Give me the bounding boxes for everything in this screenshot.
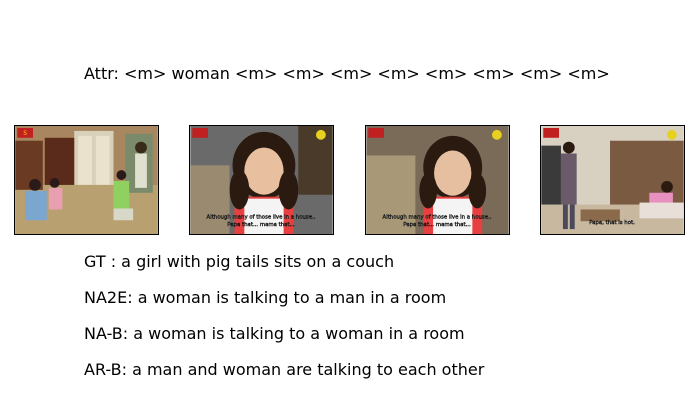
frame-3-subtitle-line-2: Papa that... mama that... (403, 222, 471, 228)
caption-gt: GT : a girl with pig tails sits on a cou… (84, 252, 394, 272)
attribute-tokens: <m> woman <m> <m> <m> <m> <m> <m> <m> <m… (124, 64, 610, 83)
caption-na-b-text: a woman is talking to a woman in a room (133, 324, 465, 343)
figure-canvas: Attr: <m> woman <m> <m> <m> <m> <m> <m> … (0, 0, 700, 400)
caption-ar-b: AR-B: a man and woman are talking to eac… (84, 360, 484, 380)
frame-2-subtitle-line-2: Papa that... mama that... (227, 222, 295, 228)
video-frame-2: Although many of those live in a house..… (189, 125, 334, 235)
caption-na2e: NA2E: a woman is talking to a man in a r… (84, 288, 446, 308)
caption-ar-b-text: a man and woman are talking to each othe… (132, 360, 485, 379)
girl-closeup-scene-icon: Although many of those live in a house..… (366, 126, 509, 234)
frame-3-subtitle-line-1: Although many of those live in a house.. (383, 214, 492, 220)
room-wide-scene-icon: Papa, that is hot. (541, 126, 684, 234)
caption-na-b-label: NA-B: (84, 324, 129, 343)
girl-closeup-scene-icon: Although many of those live in a house..… (190, 126, 333, 234)
caption-na-b: NA-B: a woman is talking to a woman in a… (84, 324, 465, 344)
attribute-label: Attr: (84, 64, 119, 83)
caption-gt-label: GT : (84, 252, 117, 271)
frame-2-subtitle-line-1: Although many of those live in a house.. (207, 214, 316, 220)
video-frame-3: Although many of those live in a house..… (365, 125, 510, 235)
video-frame-1: S (14, 125, 159, 235)
frame-4-subtitle-line-1: Papa, that is hot. (589, 220, 635, 226)
attribute-line: Attr: <m> woman <m> <m> <m> <m> <m> <m> … (84, 64, 610, 84)
caption-ar-b-label: AR-B: (84, 360, 127, 379)
caption-gt-text: a girl with pig tails sits on a couch (121, 252, 395, 271)
svg-text:S: S (23, 131, 27, 137)
living-room-scene-icon: S (15, 126, 158, 234)
caption-na2e-text: a woman is talking to a man in a room (137, 288, 447, 307)
caption-na2e-label: NA2E: (84, 288, 133, 307)
video-frame-4: Papa, that is hot. (540, 125, 685, 235)
